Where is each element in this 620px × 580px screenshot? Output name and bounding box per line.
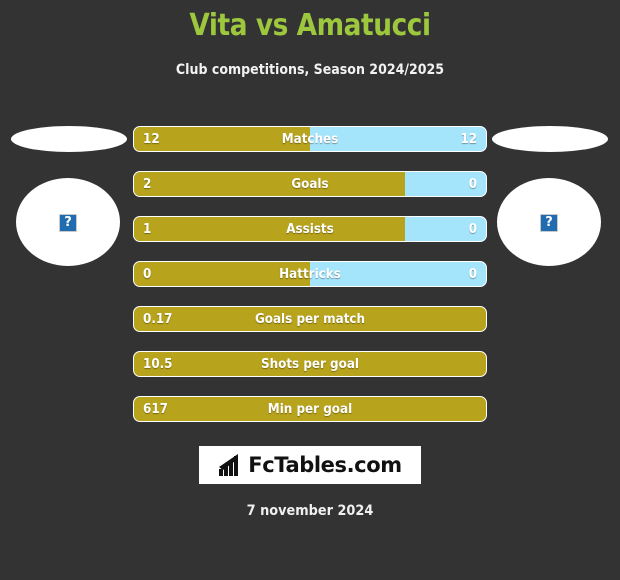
stat-row: 2 Goals 0 xyxy=(133,171,487,197)
stat-row: 0.17 Goals per match xyxy=(133,306,487,332)
stat-value-away: 0 xyxy=(468,222,477,237)
stat-label: Hattricks xyxy=(279,267,341,282)
stat-row: 0 Hattricks 0 xyxy=(133,261,487,287)
stat-bars: 12 Matches 12 2 Goals 0 1 Assists 0 0 Hattricks 0 0.… xyxy=(133,126,487,441)
broken-image-icon: ? xyxy=(540,214,558,232)
player-left: ? xyxy=(8,118,130,278)
stat-row: 617 Min per goal xyxy=(133,396,487,422)
stat-row: 10.5 Shots per goal xyxy=(133,351,487,377)
stat-value-away: 0 xyxy=(468,177,477,192)
page-title: Vita vs Amatucci xyxy=(189,8,431,43)
player-left-name-placeholder xyxy=(11,126,127,152)
date-label: 7 november 2024 xyxy=(246,503,374,519)
player-right: ? xyxy=(489,118,611,278)
fctables-logo[interactable]: FcTables.com xyxy=(199,446,421,484)
broken-image-icon: ? xyxy=(59,214,77,232)
stat-label: Assists xyxy=(286,222,334,237)
stat-label: Matches xyxy=(281,132,339,147)
stat-label: Min per goal xyxy=(267,402,353,417)
stat-value-away: 12 xyxy=(460,132,477,147)
page-subtitle: Club competitions, Season 2024/2025 xyxy=(175,62,445,78)
bar-chart-icon xyxy=(219,454,239,476)
stat-comparison-card: Vita vs Amatucci Club competitions, Seas… xyxy=(0,0,620,580)
stat-label: Goals xyxy=(291,177,329,192)
fctables-logo-text: FcTables.com xyxy=(248,453,402,477)
stat-label: Goals per match xyxy=(254,312,366,327)
stat-row: 1 Assists 0 xyxy=(133,216,487,242)
player-right-name-placeholder xyxy=(492,126,608,152)
stat-row: 12 Matches 12 xyxy=(133,126,487,152)
stat-value-away: 0 xyxy=(468,267,477,282)
stat-label: Shots per goal xyxy=(260,357,360,372)
